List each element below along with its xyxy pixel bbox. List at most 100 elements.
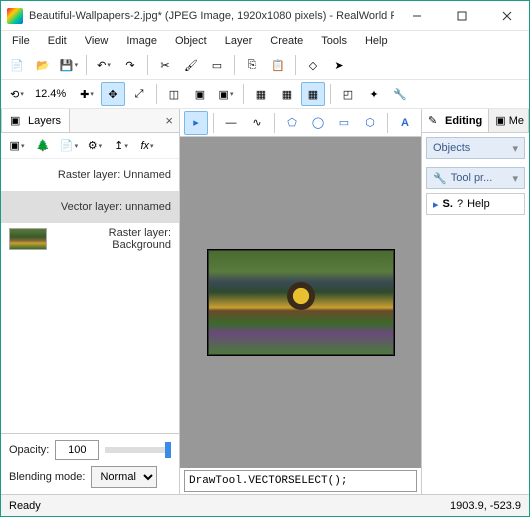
- undo-button[interactable]: ↶: [92, 53, 116, 77]
- save-file-button[interactable]: 💾: [57, 53, 81, 77]
- cube-icon: ◫: [169, 88, 179, 101]
- save-file-icon: 💾: [60, 59, 74, 72]
- title-bar: Beautiful-Wallpapers-2.jpg* (JPEG Image,…: [1, 1, 529, 31]
- layer-new-button[interactable]: ▣: [5, 134, 29, 158]
- blend-mode-select[interactable]: Normal: [91, 466, 157, 488]
- line-tool-button[interactable]: —: [219, 111, 243, 135]
- layers-icon: ▣: [195, 88, 205, 101]
- command-input[interactable]: [184, 470, 417, 492]
- zoom-value[interactable]: 12.4%: [31, 88, 73, 100]
- text-tool-button[interactable]: A: [393, 111, 417, 135]
- section-objects[interactable]: Objects ▾: [426, 137, 525, 159]
- section-tool-properties[interactable]: 🔧 Tool pr... ▾: [426, 167, 525, 189]
- separator: [147, 55, 148, 75]
- menu-view[interactable]: View: [78, 33, 116, 49]
- tab-editing[interactable]: ✎ Editing: [422, 109, 489, 132]
- maximize-button[interactable]: [439, 1, 484, 31]
- layers-tab[interactable]: ▣ Layers: [1, 109, 70, 132]
- layer-item-vector-unnamed[interactable]: Vector layer: unnamed: [1, 191, 179, 223]
- eraser-icon: ▭: [212, 59, 222, 72]
- slider-handle[interactable]: [165, 442, 171, 458]
- wand-button[interactable]: ✦: [362, 82, 386, 106]
- text-icon: A: [401, 117, 409, 129]
- layer-item-raster-unnamed[interactable]: Raster layer: Unnamed: [1, 159, 179, 191]
- new-file-button[interactable]: 📄: [5, 53, 29, 77]
- crop-icon: ◰: [343, 88, 353, 101]
- pentagon-icon: ⬠: [287, 116, 297, 129]
- menu-image[interactable]: Image: [119, 33, 164, 49]
- paste-button[interactable]: 📋: [266, 53, 290, 77]
- layer-export-button[interactable]: ↥: [109, 134, 133, 158]
- vector-select-button[interactable]: ▸: [184, 111, 208, 135]
- layer-settings-button[interactable]: ⚙: [83, 134, 107, 158]
- canvas-panel: ▸ — ∿ ⬠ ◯ ▭ ⬡ A: [180, 109, 421, 494]
- layers-tabbar: ▣ Layers ×: [1, 109, 179, 133]
- help-icon: ?: [457, 198, 463, 210]
- cut-icon: ✂: [160, 59, 169, 72]
- status-coords: 1903.9, -523.9: [450, 500, 521, 512]
- menu-layer[interactable]: Layer: [218, 33, 260, 49]
- menu-create[interactable]: Create: [263, 33, 310, 49]
- layers-view-button[interactable]: ▣: [188, 82, 212, 106]
- pointer-icon: ▸: [433, 198, 439, 211]
- grid-1-button[interactable]: ▦: [249, 82, 273, 106]
- menu-edit[interactable]: Edit: [41, 33, 74, 49]
- ellipse-tool-button[interactable]: ◯: [306, 111, 330, 135]
- close-button[interactable]: [484, 1, 529, 31]
- layers-toolbar: ▣ 🌲 📄 ⚙ ↥ fx: [1, 133, 179, 159]
- image-feature: [287, 282, 315, 310]
- separator: [234, 55, 235, 75]
- menu-tools[interactable]: Tools: [314, 33, 354, 49]
- rotate-icon: ⟲: [10, 88, 19, 101]
- separator: [387, 113, 388, 133]
- pointer-tool-button[interactable]: ➤: [327, 53, 351, 77]
- copy-button[interactable]: ⎘: [240, 53, 264, 77]
- grid-3-button[interactable]: ▦: [301, 82, 325, 106]
- editing-tab-icon: ✎: [428, 114, 442, 128]
- layer-tree-button[interactable]: 🌲: [31, 134, 55, 158]
- rect-icon: ▭: [339, 116, 349, 129]
- grid-2-button[interactable]: ▦: [275, 82, 299, 106]
- move-view-button[interactable]: ✥: [101, 82, 125, 106]
- eraser-button[interactable]: ▭: [205, 53, 229, 77]
- right-tabbar: ✎ Editing ▣ Me: [422, 109, 529, 133]
- status-ready: Ready: [9, 500, 41, 512]
- curve-tool-button[interactable]: ∿: [245, 111, 269, 135]
- pointer-icon: ➤: [334, 59, 343, 72]
- opacity-slider[interactable]: [105, 447, 171, 453]
- redo-button[interactable]: ↷: [118, 53, 142, 77]
- cut-button[interactable]: ✂: [153, 53, 177, 77]
- tab-editing-label: Editing: [445, 115, 482, 127]
- opacity-input[interactable]: [55, 440, 99, 460]
- layer-doc-button[interactable]: 📄: [57, 134, 81, 158]
- canvas-image[interactable]: [208, 250, 394, 355]
- layers-panel-close[interactable]: ×: [165, 113, 173, 128]
- menu-help[interactable]: Help: [358, 33, 395, 49]
- canvas-viewport[interactable]: [180, 137, 421, 468]
- separator: [243, 84, 244, 104]
- menu-object[interactable]: Object: [168, 33, 214, 49]
- resize-view-button[interactable]: ⤢: [127, 82, 151, 106]
- zoom-reset-button[interactable]: ✚: [75, 82, 99, 106]
- crop-button[interactable]: ◰: [336, 82, 360, 106]
- layers-dropdown-button[interactable]: ▣: [214, 82, 238, 106]
- section-tool-label: Tool pr...: [451, 172, 513, 184]
- view-3d-button[interactable]: ◫: [162, 82, 186, 106]
- open-file-button[interactable]: 📂: [31, 53, 55, 77]
- tool-item-help: Help: [467, 198, 490, 210]
- layer-item-background[interactable]: Raster layer: Background: [1, 223, 179, 255]
- tab-me[interactable]: ▣ Me: [489, 109, 529, 132]
- status-bar: Ready 1903.9, -523.9: [1, 494, 529, 516]
- minimize-button[interactable]: [394, 1, 439, 31]
- pentagon-tool-button[interactable]: ⬠: [280, 111, 304, 135]
- shape-tool-button[interactable]: ◇: [301, 53, 325, 77]
- rect-tool-button[interactable]: ▭: [332, 111, 356, 135]
- brush-button[interactable]: 🖌: [179, 53, 203, 77]
- polygon-tool-button[interactable]: ⬡: [358, 111, 382, 135]
- menu-file[interactable]: File: [5, 33, 37, 49]
- tool-item-row[interactable]: ▸ S. ? Help: [426, 193, 525, 215]
- layer-fx-button[interactable]: fx: [135, 134, 159, 158]
- rotate-button[interactable]: ⟲: [5, 82, 29, 106]
- tool-item-s: S.: [443, 198, 453, 210]
- wrench-button[interactable]: 🔧: [388, 82, 412, 106]
